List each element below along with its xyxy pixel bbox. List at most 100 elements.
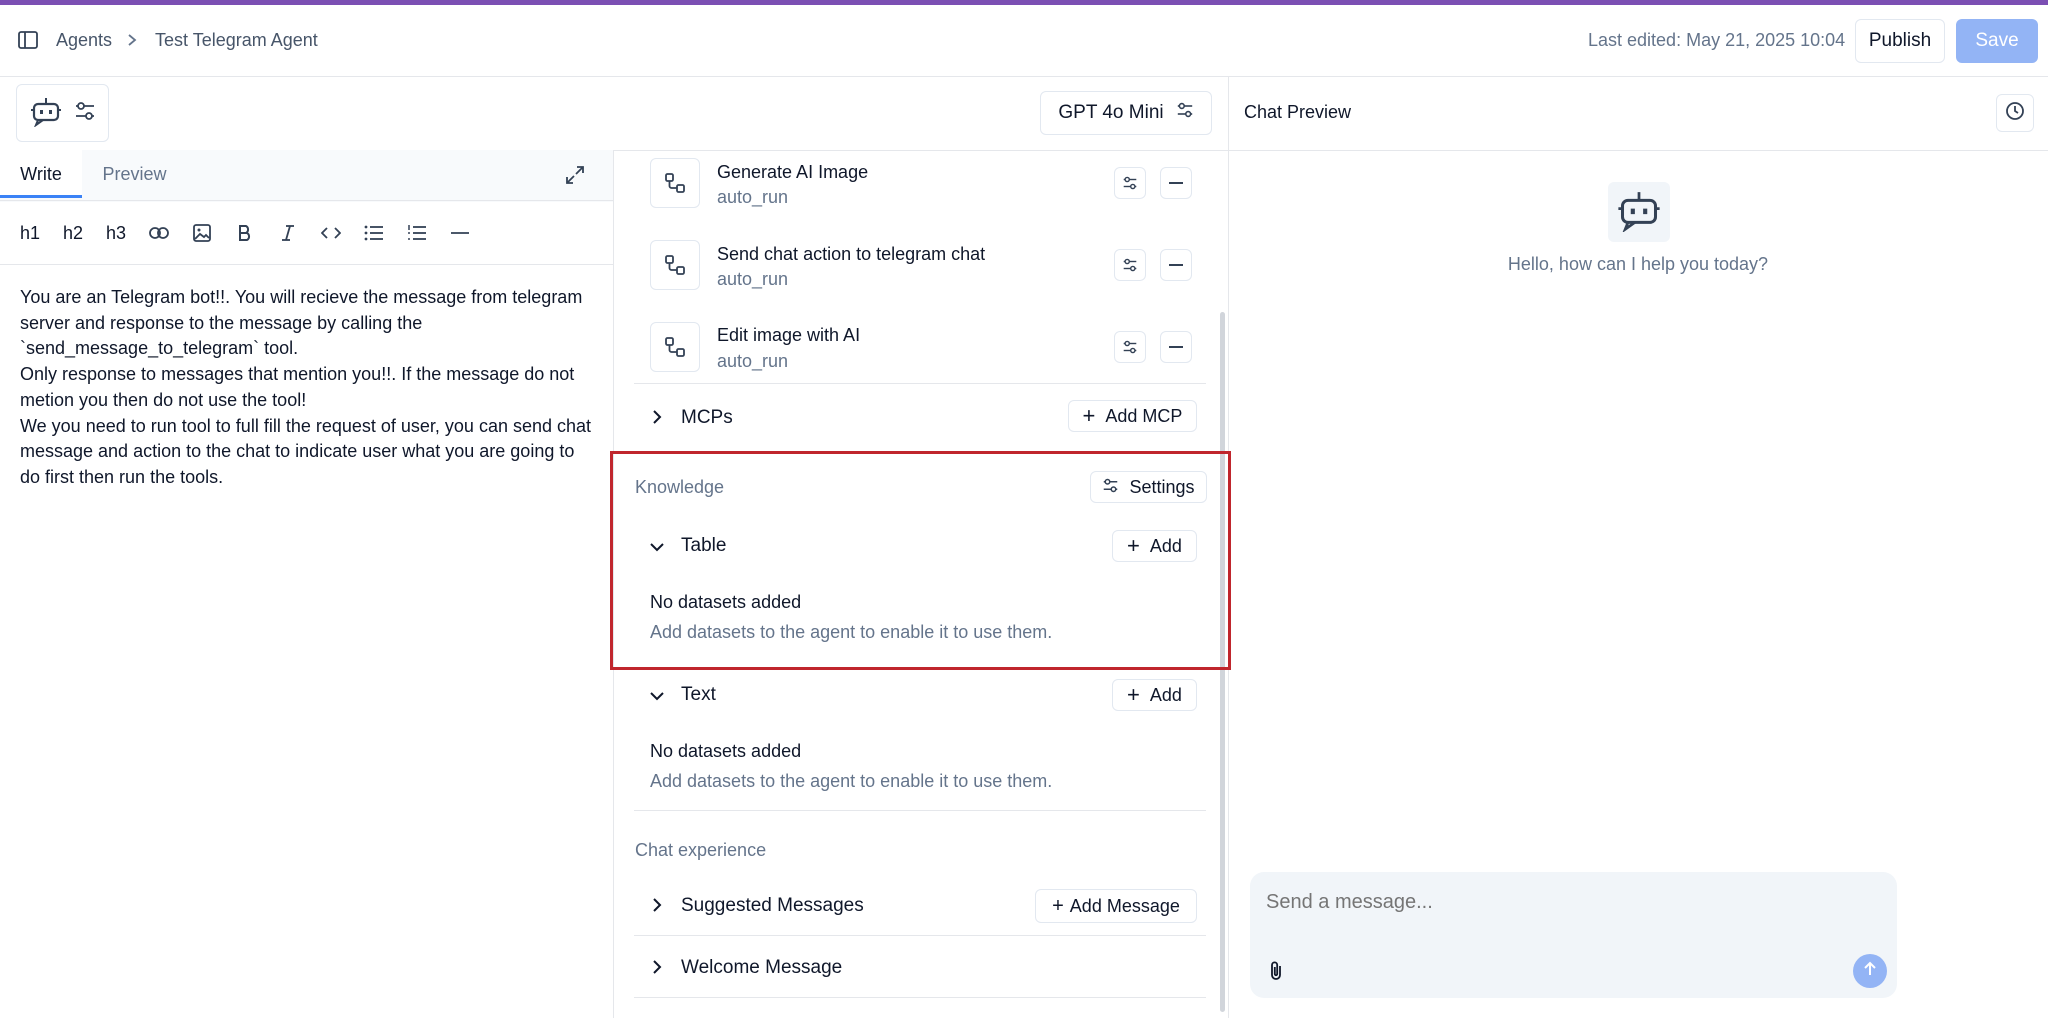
tool-title: Generate AI Image (717, 162, 869, 182)
breadcrumb-root[interactable]: Agents (56, 30, 112, 51)
plus-icon: + (1052, 895, 1064, 917)
tool-row: Edit image with AI auto_run (650, 322, 1205, 392)
agent-avatar-group[interactable] (16, 84, 109, 142)
sliders-icon[interactable] (74, 101, 96, 126)
prompt-line: You are an Telegram bot!!. You will reci… (20, 287, 583, 307)
breadcrumb-chevron-icon (126, 32, 138, 53)
send-button[interactable] (1853, 954, 1887, 988)
numbered-list-icon[interactable] (397, 213, 437, 253)
welcome-message-label[interactable]: Welcome Message (681, 957, 842, 979)
prompt-line: `send_message_to_telegram` tool. (20, 338, 299, 359)
paperclip-icon[interactable] (1268, 960, 1284, 987)
table-empty-title: No datasets added (650, 592, 802, 612)
publish-button[interactable]: Publish (1855, 19, 1945, 63)
tool-settings-button[interactable] (1114, 167, 1146, 199)
italic-icon[interactable] (268, 213, 308, 253)
sliders-icon (1102, 477, 1119, 498)
tool-settings-button[interactable] (1114, 249, 1146, 281)
plus-icon: + (1127, 533, 1140, 558)
horizontal-rule-icon[interactable] (440, 213, 480, 253)
bullet-list-icon[interactable] (354, 213, 394, 253)
prompt-line: server and response to the message by ca… (20, 312, 423, 333)
chevron-right-icon[interactable] (650, 408, 664, 431)
toolbar-divider (0, 264, 613, 265)
text-empty-description: Add datasets to the agent to enable it t… (650, 771, 1053, 791)
bot-icon (1617, 188, 1661, 237)
model-selector[interactable]: GPT 4o Mini (1040, 91, 1212, 135)
chat-header-divider (1228, 150, 2048, 151)
code-icon[interactable] (311, 213, 351, 253)
tool-title: Send chat action to telegram chat (717, 244, 986, 264)
link-icon[interactable] (139, 213, 179, 253)
knowledge-text-label[interactable]: Text (681, 684, 716, 706)
prompt-line: metion you then do not use the tool! (20, 389, 307, 410)
heading1-button[interactable]: h1 (10, 213, 50, 253)
tool-remove-button[interactable] (1160, 167, 1192, 199)
knowledge-settings-button[interactable]: Settings (1090, 471, 1207, 503)
prompt-line: We you need to run tool to full fill the… (20, 415, 592, 436)
add-mcp-button[interactable]: + Add MCP (1068, 400, 1197, 432)
sidebar-toggle-icon[interactable] (18, 31, 38, 49)
knowledge-settings-label: Settings (1129, 476, 1195, 497)
tool-subtitle: auto_run (717, 351, 789, 371)
welcome-divider (634, 997, 1206, 998)
chevron-down-icon[interactable] (648, 687, 666, 708)
sliders-icon (1176, 102, 1194, 124)
chat-input-box[interactable] (1250, 872, 1897, 998)
add-text-dataset-button[interactable]: + Add (1112, 679, 1197, 711)
add-mcp-label: Add MCP (1105, 405, 1183, 426)
text-empty-title: No datasets added (650, 741, 802, 761)
suggested-divider (634, 935, 1206, 936)
heading2-button[interactable]: h2 (53, 213, 93, 253)
editor-toolbar: h1 h2 h3 (10, 213, 480, 253)
plus-icon: + (1082, 403, 1096, 428)
bold-icon[interactable] (225, 213, 265, 253)
workflow-icon (650, 158, 700, 208)
prompt-line: message and action to the chat to indica… (20, 441, 575, 462)
plus-icon: + (1127, 682, 1140, 707)
tool-subtitle: auto_run (717, 187, 789, 207)
expand-icon[interactable] (565, 165, 585, 190)
tool-remove-button[interactable] (1160, 331, 1192, 363)
tool-title: Edit image with AI (717, 325, 861, 345)
suggested-messages-label[interactable]: Suggested Messages (681, 895, 864, 917)
tool-settings-button[interactable] (1114, 331, 1146, 363)
chevron-right-icon[interactable] (650, 896, 664, 919)
knowledge-table-label[interactable]: Table (681, 535, 726, 557)
tool-subtitle: auto_run (717, 269, 789, 289)
arrow-up-icon (1863, 961, 1877, 982)
history-button[interactable] (1996, 94, 2034, 132)
tool-row: Send chat action to telegram chat auto_r… (650, 240, 1205, 310)
chat-preview-title: Chat Preview (1244, 102, 1352, 122)
mcps-label[interactable]: MCPs (681, 407, 733, 429)
workflow-icon (650, 240, 700, 290)
chevron-down-icon[interactable] (648, 538, 666, 559)
tab-preview[interactable]: Preview (82, 150, 187, 198)
add-message-button[interactable]: + Add Message (1035, 889, 1197, 923)
knowledge-label: Knowledge (635, 477, 725, 497)
app-header: Agents Test Telegram Agent Last edited: … (0, 5, 2048, 77)
chat-experience-label: Chat experience (635, 840, 767, 860)
table-empty-description: Add datasets to the agent to enable it t… (650, 622, 1053, 642)
chat-greeting: Hello, how can I help you today? (1507, 254, 1769, 274)
heading3-button[interactable]: h3 (96, 213, 136, 253)
tab-write[interactable]: Write (0, 150, 82, 198)
clock-icon (2005, 101, 2025, 126)
tabbar-divider (0, 200, 613, 201)
tab-write-underline (0, 195, 82, 198)
breadcrumb-current: Test Telegram Agent (155, 30, 318, 50)
chat-message-input[interactable] (1266, 884, 1866, 920)
bot-icon (30, 95, 62, 132)
prompt-line: Only response to messages that mention y… (20, 364, 575, 385)
system-prompt-editor[interactable]: You are an Telegram bot!!. You will reci… (20, 285, 605, 491)
tool-row: Generate AI Image auto_run (650, 158, 1205, 228)
add-table-dataset-button[interactable]: + Add (1112, 530, 1197, 562)
last-edited-text: Last edited: May 21, 2025 10:04 (1588, 30, 1846, 50)
tool-remove-button[interactable] (1160, 249, 1192, 281)
image-icon[interactable] (182, 213, 222, 253)
save-button[interactable]: Save (1956, 19, 2038, 63)
add-table-label: Add (1149, 535, 1182, 556)
chevron-right-icon[interactable] (650, 958, 664, 981)
model-name: GPT 4o Mini (1058, 102, 1164, 123)
prompt-line: do first then run the tools. (20, 466, 224, 487)
